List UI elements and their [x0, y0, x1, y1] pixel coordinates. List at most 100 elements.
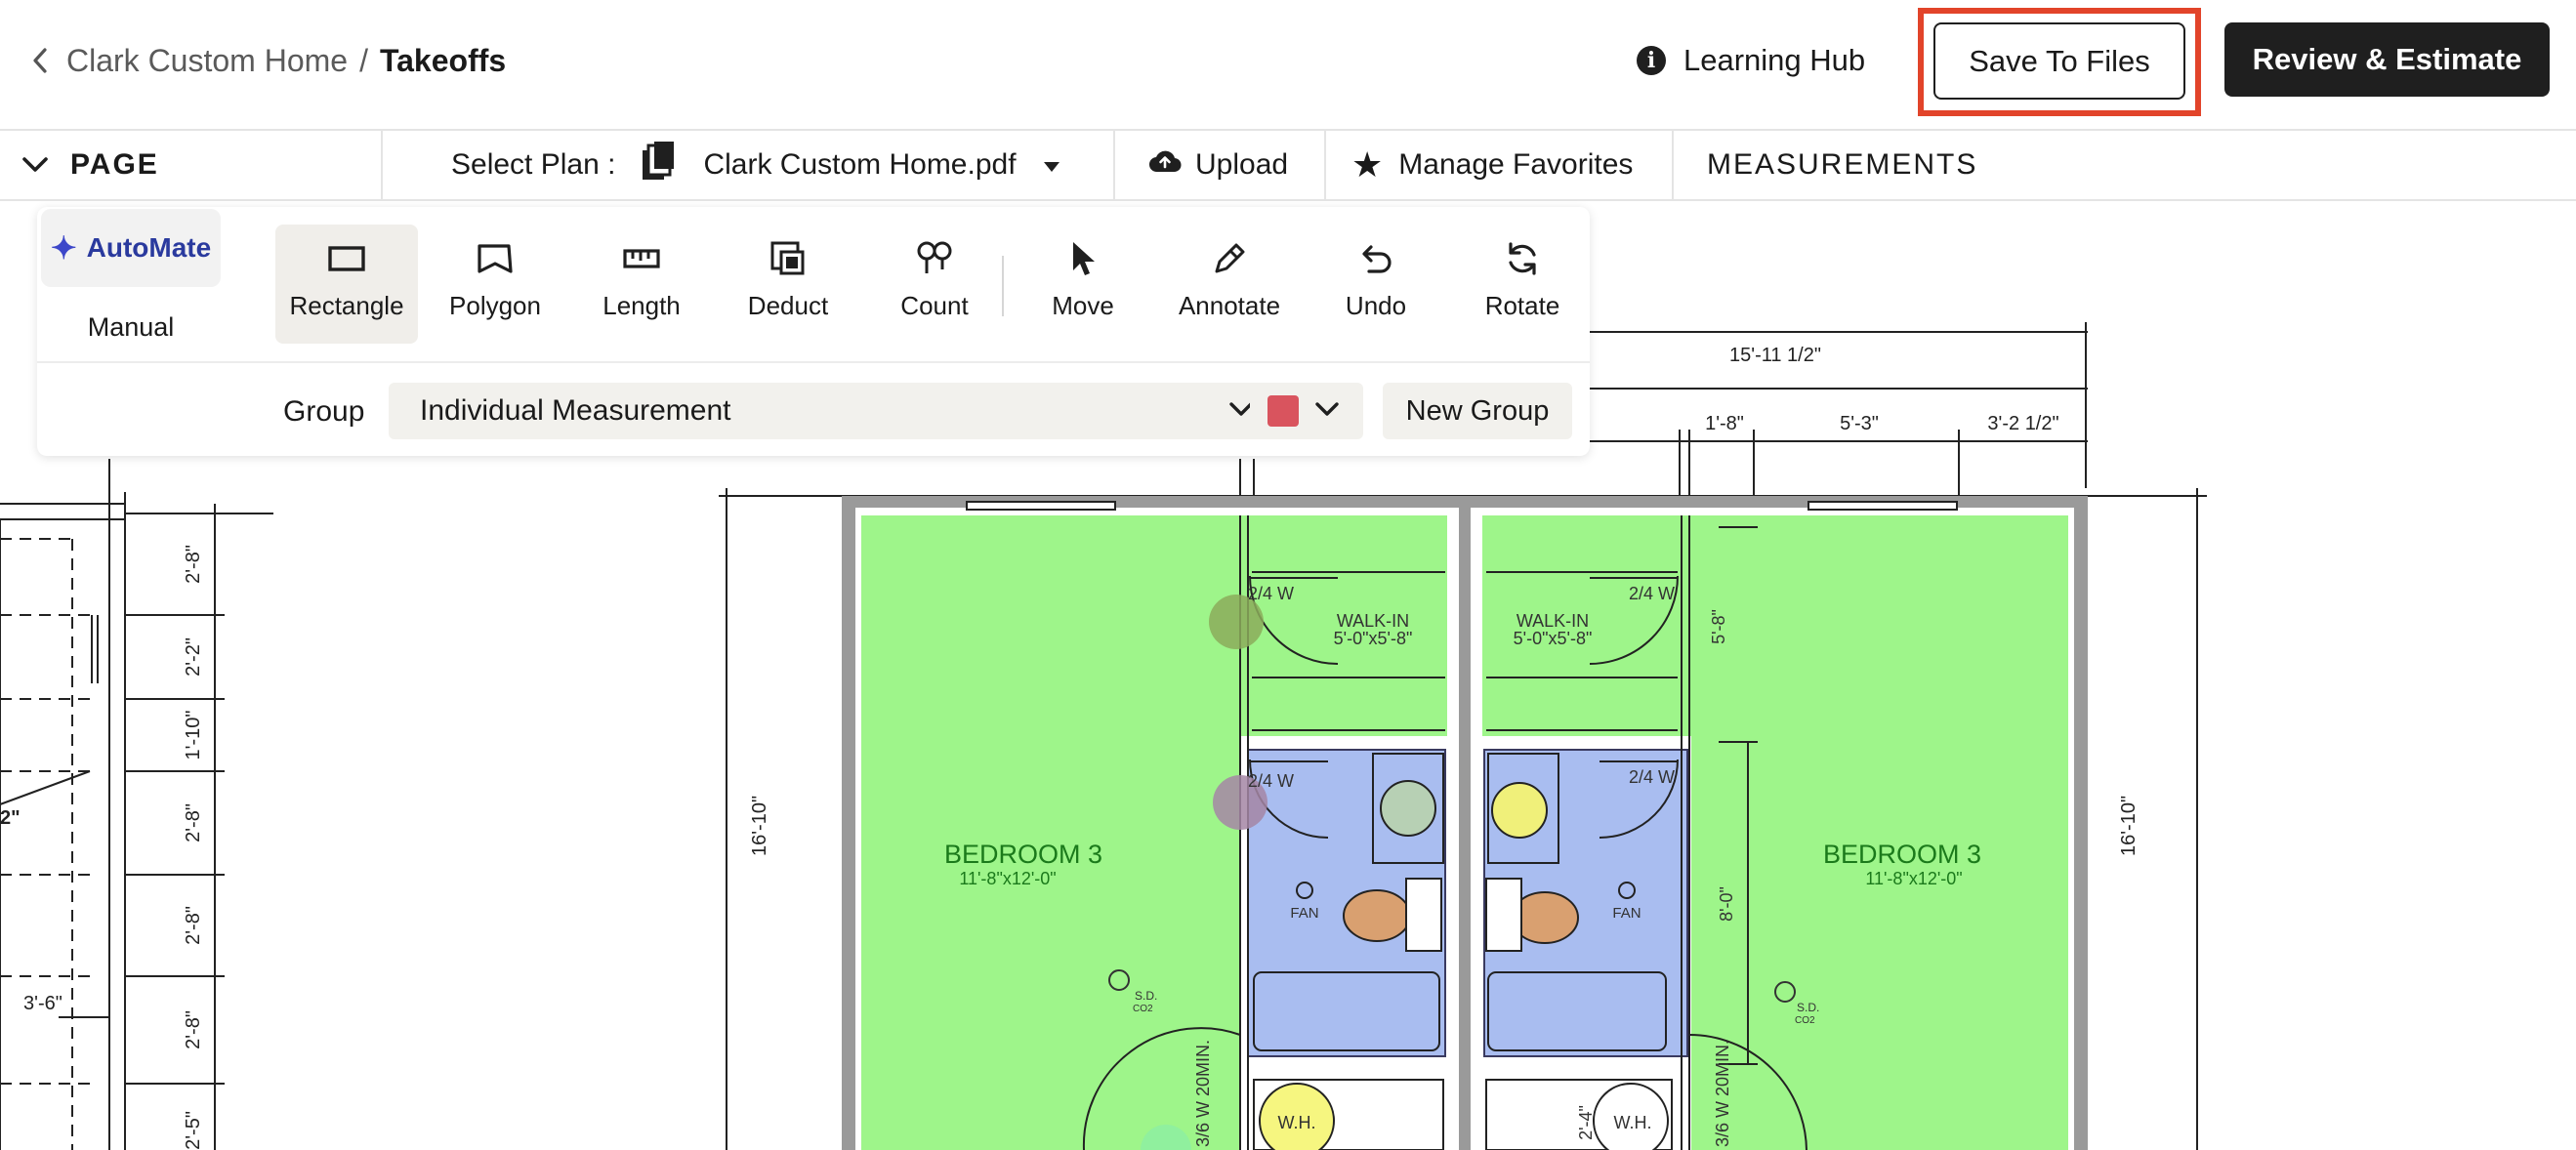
door-label: 2/4 W — [1629, 584, 1675, 603]
tool-label: Rectangle — [289, 291, 404, 320]
dim-label: 2'-8" — [183, 803, 204, 842]
tool-label: Polygon — [449, 291, 541, 320]
wh-label: W.H. — [1614, 1113, 1652, 1132]
page-label: PAGE — [70, 148, 159, 181]
dim-label: 8'-0" — [1717, 886, 1736, 922]
room-name: BEDROOM 3 — [944, 840, 1102, 869]
tool-label: Rotate — [1484, 291, 1560, 320]
polygon-tool[interactable]: Polygon — [424, 225, 566, 344]
learning-hub-link[interactable]: i Learning Hub — [1637, 39, 1865, 82]
move-tool[interactable]: Move — [1012, 225, 1154, 344]
tool-label: Undo — [1345, 291, 1407, 320]
breadcrumb-project-link[interactable]: Clark Custom Home — [66, 43, 348, 79]
rotate-icon — [1504, 230, 1541, 287]
upload-label: Upload — [1195, 148, 1289, 181]
tool-label: Annotate — [1178, 291, 1281, 320]
measurement-tool-palette: ✦ AutoMate Manual Rectangle Polygon Leng… — [37, 207, 1590, 456]
count-pins-icon — [915, 230, 954, 287]
dim-label: 1'-8" — [1705, 413, 1744, 434]
tool-label: Move — [1052, 291, 1114, 320]
plan-toolbar: PAGE Select Plan : Clark Custom Home.pdf… — [0, 129, 2576, 201]
palette-divider — [37, 361, 1590, 363]
length-tool[interactable]: Length — [570, 225, 713, 344]
divider — [1113, 131, 1115, 199]
page-toggle[interactable]: PAGE — [21, 131, 159, 199]
room-size: 11'-8"x12'-0" — [959, 869, 1056, 888]
room-size: 5'-0"x5'-8" — [1334, 629, 1413, 648]
save-to-files-button[interactable]: Save To Files — [1933, 22, 2185, 100]
select-plan-label: Select Plan : — [451, 148, 616, 181]
tool-label: Count — [900, 291, 969, 320]
door-label: 3/6 W 20MIN. — [1193, 1040, 1213, 1147]
door-label: 2/4 W — [1629, 767, 1675, 787]
dim-label: 16'-10" — [749, 796, 770, 856]
door-label: 3/6 W 20MIN. — [1713, 1040, 1732, 1147]
tool-label: Deduct — [747, 291, 829, 320]
dim-label: 15'-11 1/2" — [1729, 345, 1821, 366]
sparkle-icon: ✦ — [50, 230, 77, 266]
door-label: 2/4 W — [1248, 584, 1294, 603]
divider — [381, 131, 383, 199]
review-estimate-button[interactable]: Review & Estimate — [2224, 22, 2550, 97]
ruler-icon — [622, 230, 661, 287]
dim-label: 3'-6" — [23, 993, 62, 1014]
tool-divider — [1002, 256, 1004, 316]
deduct-tool[interactable]: Deduct — [717, 225, 859, 344]
rectangle-tool[interactable]: Rectangle — [275, 225, 418, 344]
chevron-down-icon — [21, 148, 49, 182]
rotate-tool[interactable]: Rotate — [1451, 225, 1594, 344]
fan-label: FAN — [1612, 905, 1641, 922]
room-size: 11'-8"x12'-0" — [1865, 869, 1962, 888]
room-name: BEDROOM 3 — [1823, 840, 1981, 869]
door-label: 2/4 W — [1248, 771, 1294, 791]
back-chevron-icon[interactable] — [31, 41, 59, 80]
automate-button[interactable]: ✦ AutoMate — [41, 209, 221, 287]
room-size: 5'-0"x5'-8" — [1514, 629, 1593, 648]
room-name: WALK-IN — [1517, 611, 1589, 631]
breadcrumb-current: Takeoffs — [379, 42, 507, 78]
count-tool[interactable]: Count — [863, 225, 1006, 344]
undo-icon — [1357, 230, 1394, 287]
group-label: Group — [283, 395, 365, 428]
plan-file-name: Clark Custom Home.pdf — [703, 148, 1017, 181]
dim-label: 5'-3" — [1840, 413, 1879, 434]
documents-icon — [641, 141, 676, 189]
learning-hub-label: Learning Hub — [1683, 43, 1866, 77]
dim-label: 2'-4" — [1576, 1105, 1596, 1140]
dim-label: 2'-2" — [183, 637, 204, 677]
group-select-value: Individual Measurement — [420, 394, 731, 427]
top-header: Clark Custom Home / Takeoffs i Learning … — [0, 0, 2576, 129]
dim-label: 2'-8" — [183, 906, 204, 945]
upload-button[interactable]: Upload — [1148, 131, 1288, 199]
dim-label: 5'-8" — [1709, 609, 1728, 644]
automate-label: AutoMate — [86, 232, 212, 263]
group-select[interactable]: Individual Measurement — [389, 383, 1267, 439]
new-group-button[interactable]: New Group — [1383, 383, 1572, 439]
left-plan-dims: 2'-8" 2'-2" 1'-10" 2'-8" 2'-8" 2'-8" 2'-… — [0, 545, 204, 1150]
left-plan-lines — [0, 459, 273, 1150]
manual-button[interactable]: Manual — [41, 303, 221, 351]
rectangle-icon — [327, 230, 366, 287]
wh-label: W.H. — [1278, 1113, 1316, 1132]
chevron-down-icon — [1314, 401, 1340, 422]
sd-label: S.D. — [1797, 1001, 1819, 1014]
dim-label: 16'-10" — [2118, 796, 2140, 856]
select-plan-dropdown[interactable]: Select Plan : Clark Custom Home.pdf — [451, 131, 1061, 199]
breadcrumb: Clark Custom Home / Takeoffs — [31, 41, 506, 80]
divider — [1672, 131, 1674, 199]
undo-tool[interactable]: Undo — [1305, 225, 1447, 344]
co2-label: CO2 — [1795, 1015, 1815, 1026]
manage-favorites-button[interactable]: ★ Manage Favorites — [1351, 131, 1633, 199]
group-color-picker[interactable] — [1250, 383, 1363, 439]
pen-icon — [1211, 230, 1248, 287]
caret-down-icon — [1042, 148, 1061, 182]
measurements-tab[interactable]: MEASUREMENTS — [1707, 131, 1977, 199]
info-icon: i — [1637, 46, 1666, 75]
dim-label: 1'-10" — [183, 711, 204, 760]
annotate-tool[interactable]: Annotate — [1158, 225, 1301, 344]
dim-label: 2'-8" — [183, 545, 204, 584]
co2-label: CO2 — [1133, 1004, 1153, 1014]
fan-label: FAN — [1290, 905, 1318, 922]
cursor-arrow-icon — [1066, 230, 1100, 287]
dim-label: 2'-8" — [183, 1010, 204, 1049]
